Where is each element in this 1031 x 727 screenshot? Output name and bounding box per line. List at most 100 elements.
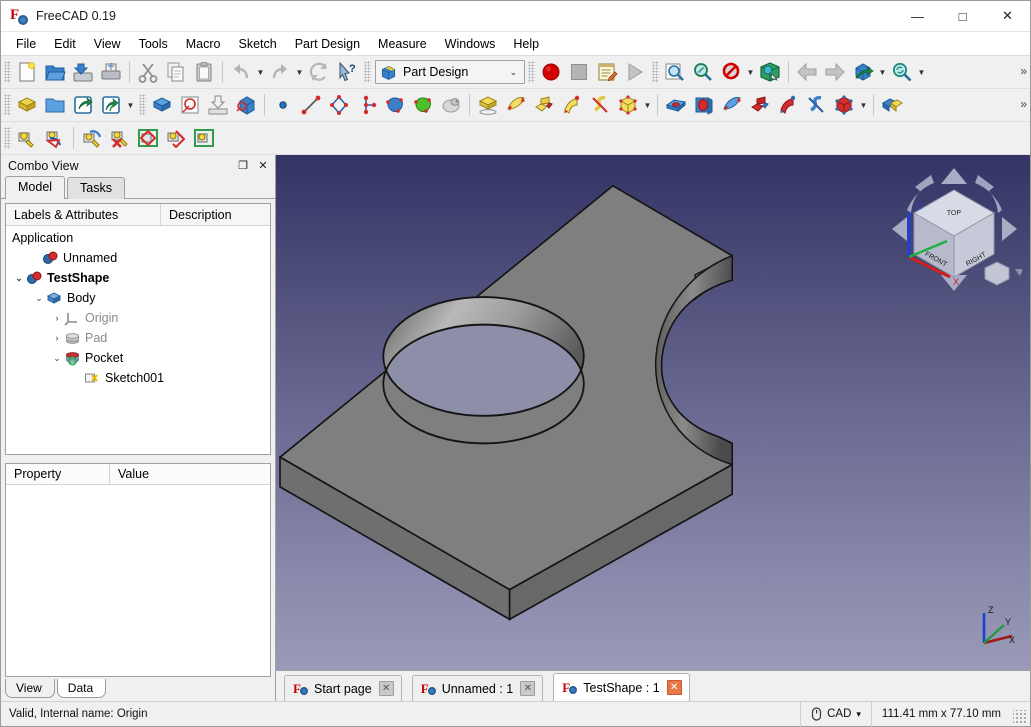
whats-this-button[interactable]: ? xyxy=(333,58,361,86)
map-sketch-button[interactable] xyxy=(78,124,106,152)
undo-button[interactable] xyxy=(227,58,255,86)
view-sketch-button[interactable] xyxy=(134,124,162,152)
tree-item-application[interactable]: Application xyxy=(6,228,270,248)
revolution-button[interactable] xyxy=(502,91,530,119)
tab-view[interactable]: View xyxy=(5,679,55,698)
additive-pipe-button[interactable] xyxy=(558,91,586,119)
float-panel-icon[interactable]: ❐ xyxy=(235,158,251,174)
subtractive-primitive-button[interactable] xyxy=(830,91,858,119)
zoom-tools-button[interactable] xyxy=(888,58,916,86)
redo-dropdown-caret[interactable]: ▼ xyxy=(294,58,305,86)
minimize-button[interactable]: — xyxy=(895,1,940,32)
subtractive-primitive-caret[interactable]: ▼ xyxy=(858,91,869,119)
additive-primitive-button[interactable] xyxy=(614,91,642,119)
tree-item-sketch001[interactable]: Sketch001 xyxy=(6,368,270,388)
tree-item-origin[interactable]: › Origin xyxy=(6,308,270,328)
3d-viewport[interactable]: TOP FRONT RIGHT Z X Z Y X F Start page ✕… xyxy=(276,155,1030,701)
toolbar-grip[interactable] xyxy=(4,94,11,116)
standard-views-caret[interactable]: ▼ xyxy=(877,58,888,86)
draw-style-caret[interactable]: ▼ xyxy=(745,58,756,86)
tree-item-testshape[interactable]: ⌄ TestShape xyxy=(6,268,270,288)
navigation-cube[interactable]: TOP FRONT RIGHT Z X xyxy=(887,165,1022,295)
additive-helix-button[interactable] xyxy=(586,91,614,119)
paste-button[interactable] xyxy=(190,58,218,86)
link-make-button[interactable] xyxy=(69,91,97,119)
subtractive-loft-button[interactable] xyxy=(746,91,774,119)
create-datum-point-button[interactable] xyxy=(269,91,297,119)
create-clone-button[interactable] xyxy=(437,91,465,119)
view-section-button[interactable] xyxy=(162,124,190,152)
close-panel-icon[interactable]: ✕ xyxy=(255,158,271,174)
copy-button[interactable] xyxy=(162,58,190,86)
menu-measure[interactable]: Measure xyxy=(369,34,436,54)
menu-sketch[interactable]: Sketch xyxy=(230,34,286,54)
attach-sketch-button[interactable] xyxy=(204,91,232,119)
edit-sketch-sk-button[interactable] xyxy=(41,124,69,152)
menu-macro[interactable]: Macro xyxy=(177,34,230,54)
tree-expander[interactable]: › xyxy=(50,328,64,348)
workbench-selector[interactable]: Part Design ⌄ xyxy=(375,60,525,84)
additive-primitive-caret[interactable]: ▼ xyxy=(642,91,653,119)
menu-view[interactable]: View xyxy=(85,34,130,54)
menu-help[interactable]: Help xyxy=(504,34,548,54)
redo-button[interactable] xyxy=(266,58,294,86)
new-document-button[interactable] xyxy=(13,58,41,86)
document-tab-unnamed[interactable]: F Unnamed : 1 ✕ xyxy=(411,675,544,701)
leave-sketch-button[interactable] xyxy=(106,124,134,152)
menu-windows[interactable]: Windows xyxy=(436,34,505,54)
chevron-down-icon[interactable]: ▾ xyxy=(856,709,861,720)
close-button[interactable]: ✕ xyxy=(985,1,1030,32)
toolbar-grip[interactable] xyxy=(4,127,11,149)
resize-grip[interactable] xyxy=(1013,710,1027,724)
tab-model[interactable]: Model xyxy=(5,176,66,199)
create-group-button[interactable] xyxy=(41,91,69,119)
create-subshapebinder-button[interactable] xyxy=(409,91,437,119)
toolbar-grip[interactable] xyxy=(652,61,659,83)
edit-sketch-button[interactable] xyxy=(232,91,260,119)
toolbar-grip[interactable] xyxy=(364,61,371,83)
hole-button[interactable] xyxy=(690,91,718,119)
create-body-button[interactable] xyxy=(13,91,41,119)
print-document-button[interactable] xyxy=(97,58,125,86)
close-tab-icon[interactable]: ✕ xyxy=(666,680,682,695)
undo-dropdown-caret[interactable]: ▼ xyxy=(255,58,266,86)
create-datum-plane-button[interactable] xyxy=(325,91,353,119)
pocket-button[interactable] xyxy=(662,91,690,119)
create-shapebinder-button[interactable] xyxy=(381,91,409,119)
tree-expander[interactable]: ⌄ xyxy=(32,288,46,308)
create-sketch-button[interactable] xyxy=(176,91,204,119)
link-group-button[interactable] xyxy=(97,91,125,119)
refresh-button[interactable] xyxy=(305,58,333,86)
standard-views-button[interactable] xyxy=(849,58,877,86)
close-tab-icon[interactable]: ✕ xyxy=(378,681,394,696)
tree-item-pocket[interactable]: ⌄ Pocket xyxy=(6,348,270,368)
draw-style-button[interactable] xyxy=(717,58,745,86)
property-list[interactable] xyxy=(6,485,270,676)
maximize-button[interactable]: □ xyxy=(940,1,985,32)
toolbar-grip[interactable] xyxy=(528,61,535,83)
create-body-pd-button[interactable] xyxy=(148,91,176,119)
menu-file[interactable]: File xyxy=(7,34,45,54)
previous-view-button[interactable] xyxy=(793,58,821,86)
menu-part-design[interactable]: Part Design xyxy=(286,34,369,54)
groove-button[interactable] xyxy=(718,91,746,119)
tree-item-unnamed[interactable]: Unnamed xyxy=(6,248,270,268)
zoom-tools-caret[interactable]: ▼ xyxy=(916,58,927,86)
macro-execute-button[interactable] xyxy=(621,58,649,86)
toolbar-grip[interactable] xyxy=(4,61,11,83)
tree-expander[interactable]: › xyxy=(50,308,64,328)
macro-record-button[interactable] xyxy=(537,58,565,86)
toolbar-grip[interactable] xyxy=(139,94,146,116)
additive-loft-button[interactable] xyxy=(530,91,558,119)
boolean-operation-button[interactable] xyxy=(878,91,906,119)
tree-item-pad[interactable]: › Pad xyxy=(6,328,270,348)
link-group-caret[interactable]: ▼ xyxy=(125,91,136,119)
tree-item-body[interactable]: ⌄ Body xyxy=(6,288,270,308)
document-tab-start-page[interactable]: F Start page ✕ xyxy=(284,675,402,701)
toolbar-overflow-button-2[interactable]: » xyxy=(1020,97,1027,111)
tree-expander[interactable] xyxy=(28,248,42,268)
axonometric-view-button[interactable] xyxy=(756,58,784,86)
tree-expander[interactable]: ⌄ xyxy=(12,268,26,288)
cut-button[interactable] xyxy=(134,58,162,86)
subtractive-helix-button[interactable] xyxy=(802,91,830,119)
